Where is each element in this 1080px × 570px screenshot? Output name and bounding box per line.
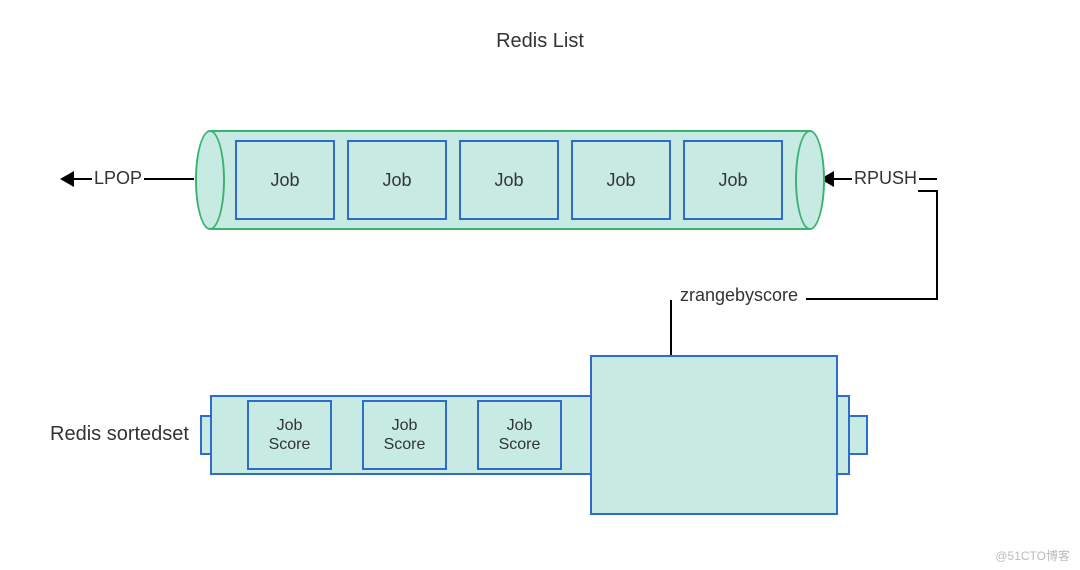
rpush-arrow: RPUSH [820, 168, 937, 189]
sortedset-label: Redis sortedset [50, 423, 189, 446]
sortedset-cell: Job Score [477, 400, 562, 470]
connector-line [806, 298, 938, 300]
connector-line [936, 190, 938, 300]
list-cell: Job [347, 140, 447, 220]
ss-cell-label: Job [392, 416, 418, 435]
connector-line [919, 178, 937, 180]
sortedset-ext [848, 415, 868, 455]
ss-cell-score: Score [269, 435, 311, 454]
list-cell: Job [683, 140, 783, 220]
watermark: @51CTO博客 [995, 547, 1070, 564]
connector-line [834, 178, 852, 180]
rpush-label: RPUSH [852, 168, 919, 189]
zrangebyscore-selection [590, 355, 838, 515]
list-cell: Job [235, 140, 335, 220]
zrangebyscore-label: zrangebyscore [680, 285, 798, 306]
diagram-title: Redis List [496, 30, 584, 53]
connector-line [670, 300, 672, 355]
ss-cell-label: Job [507, 416, 533, 435]
list-cell: Job [571, 140, 671, 220]
connector-line [74, 178, 92, 180]
arrow-left-icon [60, 171, 74, 187]
redis-list-cylinder: Job Job Job Job Job [195, 130, 825, 230]
sortedset-cell: Job Score [362, 400, 447, 470]
cylinder-cap-right [795, 130, 825, 230]
list-cells: Job Job Job Job Job [235, 140, 783, 220]
connector-line [918, 190, 938, 192]
connector-line [144, 178, 194, 180]
sortedset-cell: Job Score [247, 400, 332, 470]
cylinder-cap-left [195, 130, 225, 230]
ss-cell-score: Score [499, 435, 541, 454]
lpop-arrow: LPOP [60, 168, 194, 189]
ss-cell-label: Job [277, 416, 303, 435]
lpop-label: LPOP [92, 168, 144, 189]
list-cell: Job [459, 140, 559, 220]
ss-cell-score: Score [384, 435, 426, 454]
